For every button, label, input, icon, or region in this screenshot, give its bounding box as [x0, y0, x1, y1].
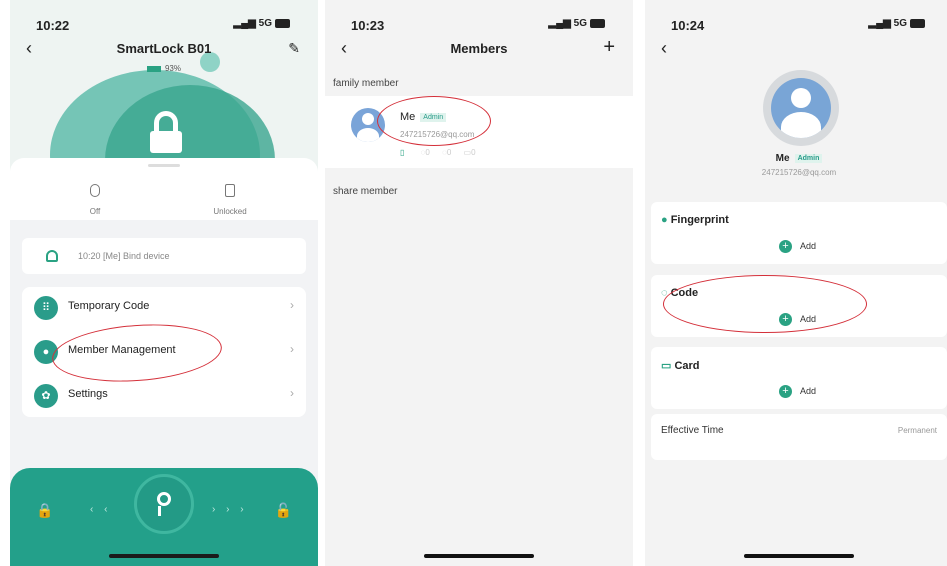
status-bar: 10:22 ▂▄▆ 5G	[10, 8, 318, 34]
battery-icon	[275, 18, 290, 28]
switch-state-label: Off	[89, 207, 101, 216]
section-header-family: family member	[333, 78, 399, 89]
member-name: Me	[775, 153, 790, 164]
menu-item-settings[interactable]: ✿ Settings ›	[22, 375, 306, 415]
home-indicator	[424, 554, 534, 558]
lock-icon	[150, 111, 182, 153]
network-label: 5G	[573, 18, 587, 29]
signal-indicator: ▂▄▆ 5G	[548, 18, 605, 29]
card-icon: ▭	[463, 148, 472, 157]
switch-icon	[90, 184, 100, 197]
battery-icon	[910, 18, 925, 28]
battery-icon	[146, 65, 161, 72]
unlock-icon	[225, 184, 235, 197]
menu-item-temporary-code[interactable]: ⠿ Temporary Code ›	[22, 287, 306, 327]
fingerprint-icon: ●	[661, 214, 671, 226]
chevron-right-icon: ›	[290, 386, 294, 400]
gear-icon: ✿	[34, 384, 58, 408]
nav-bar: ‹ Members +	[325, 36, 633, 60]
status-time: 10:24	[671, 18, 705, 33]
screen-member-detail: 10:24 ▂▄▆ 5G ‹ Me Admin 247215726@qq.com …	[645, 0, 947, 566]
nav-bar: ‹	[645, 38, 947, 60]
admin-badge: Admin	[794, 153, 823, 163]
grid-icon: ⠿	[34, 296, 58, 320]
chevron-right-icon: ›	[290, 298, 294, 312]
status-time: 10:23	[351, 18, 385, 33]
notice-text: 10:20 [Me] Bind device	[78, 251, 170, 261]
section-header-share: share member	[333, 186, 398, 197]
avatar	[763, 70, 839, 146]
network-label: 5G	[893, 18, 907, 29]
state-panel: Off Unlocked	[10, 158, 318, 220]
plus-icon: +	[779, 385, 792, 398]
lock-state[interactable]: Unlocked	[185, 184, 275, 216]
add-label: Add	[800, 240, 817, 251]
member-name-row: Me Admin	[645, 153, 947, 164]
add-icon[interactable]: +	[603, 36, 615, 59]
network-label: 5G	[258, 18, 272, 29]
arrows-right-icon: › › ›	[212, 504, 248, 515]
card-icon: ▭	[661, 360, 675, 372]
card-count: 0	[471, 148, 476, 157]
status-bar: 10:24 ▂▄▆ 5G	[645, 8, 947, 34]
key-button[interactable]	[134, 474, 194, 534]
lock-state-label: Unlocked	[213, 207, 247, 216]
effective-time-value: Permanent	[897, 426, 937, 435]
home-indicator	[744, 554, 854, 558]
plus-icon: +	[779, 240, 792, 253]
bell-icon	[46, 250, 58, 262]
fingerprint-title: ● Fingerprint	[661, 214, 729, 226]
battery-icon	[590, 18, 605, 28]
effective-time-label: Effective Time	[661, 425, 724, 436]
add-card-button[interactable]: + Add	[779, 385, 816, 398]
page-title: SmartLock B01	[116, 41, 212, 56]
unlock-bar: 🔒 ‹ ‹ › › › 🔓	[10, 468, 318, 566]
battery-percent: 93%	[164, 64, 181, 73]
code-count: 0	[446, 148, 452, 157]
nav-bar: ‹ SmartLock B01 ✎	[10, 38, 318, 60]
fingerprint-label: Fingerprint	[670, 214, 729, 226]
card-card: ▭ Card + Add	[651, 347, 947, 409]
screen-lock-home: 10:22 ▂▄▆ 5G ‹ SmartLock B01 ✎ 93% Off U…	[10, 0, 318, 566]
member-email: 247215726@qq.com	[761, 168, 837, 177]
bookmark-icon: ▯	[400, 148, 405, 157]
add-label: Add	[800, 385, 817, 396]
effective-time-row[interactable]: Effective Time Permanent	[651, 414, 947, 460]
fingerprint-count: 0	[425, 148, 430, 157]
card-label: Card	[674, 360, 700, 372]
annotation-circle	[663, 275, 867, 333]
status-time: 10:22	[36, 18, 70, 33]
home-indicator	[109, 554, 219, 558]
credential-counts: ▯ ◌0 ◌0 ▭0	[400, 148, 476, 157]
card-title: ▭ Card	[661, 359, 700, 372]
annotation-circle	[377, 96, 491, 146]
back-icon[interactable]: ‹	[661, 38, 667, 59]
arrows-left-icon: ‹ ‹	[90, 504, 112, 515]
lock-icon[interactable]: 🔒	[36, 502, 53, 519]
edit-icon[interactable]: ✎	[288, 40, 300, 57]
screen-members: 10:23 ▂▄▆ 5G ‹ Members + family member M…	[325, 0, 633, 566]
key-icon	[157, 492, 171, 506]
chevron-right-icon: ›	[290, 342, 294, 356]
page-title: Members	[450, 41, 508, 56]
battery-level: 93%	[10, 64, 318, 73]
menu-label: Settings	[68, 388, 108, 400]
switch-state[interactable]: Off	[50, 184, 140, 216]
signal-indicator: ▂▄▆ 5G	[868, 18, 925, 29]
drag-handle[interactable]	[148, 164, 180, 167]
add-fingerprint-button[interactable]: + Add	[779, 240, 816, 253]
unlock-icon[interactable]: 🔓	[275, 502, 292, 519]
status-bar: 10:23 ▂▄▆ 5G	[325, 8, 633, 34]
fingerprint-card: ● Fingerprint + Add	[651, 202, 947, 264]
menu-label: Temporary Code	[68, 300, 150, 312]
notice-row[interactable]: 10:20 [Me] Bind device	[22, 238, 306, 274]
signal-indicator: ▂▄▆ 5G	[233, 18, 290, 29]
